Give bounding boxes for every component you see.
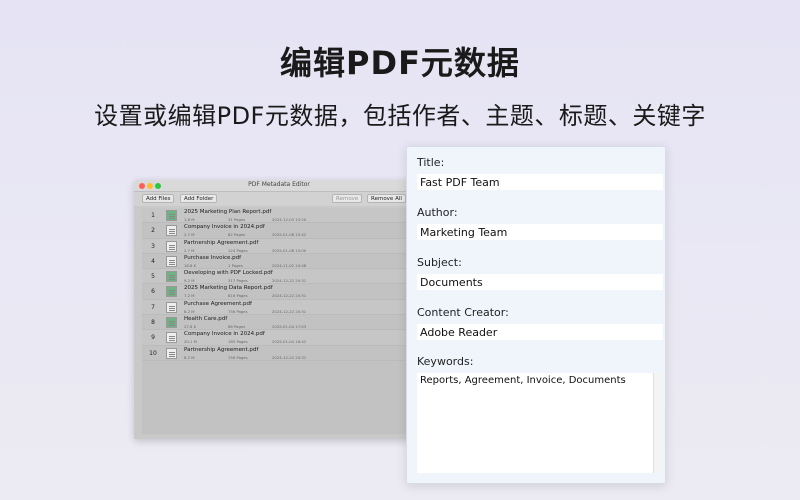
row-index: 10 <box>149 349 157 357</box>
file-row[interactable]: 5 Developing with PDF Locked.pdf 9.2 M 317 … <box>142 269 416 285</box>
file-size: 8.2 M <box>184 354 195 360</box>
file-name: Developing with PDF Locked.pdf <box>184 270 273 277</box>
file-size: 7.2 M <box>184 293 195 299</box>
page-count: 124 Pages <box>228 247 248 253</box>
pdf-thumbnail-icon <box>166 301 177 313</box>
file-row[interactable]: 9 Company Invoice in 2024.pdf 20.1 M 185 Pa… <box>142 330 416 346</box>
toolbar: Add Files Add Folder Remove Remove All <box>134 192 424 206</box>
file-size: 8.2 M <box>184 308 195 314</box>
add-folder-button[interactable]: Add Folder <box>180 194 218 203</box>
modified-date: 2024-11-02 10:48 <box>272 262 307 268</box>
page-count: 185 Pages <box>228 339 248 345</box>
hero-title: 编辑PDF元数据 <box>280 44 520 82</box>
file-row[interactable]: 7 Purchase Agreement.pdf 8.2 M 756 Pages 202… <box>142 299 416 316</box>
page-count: 756 Pages <box>228 308 248 314</box>
pdf-thumbnail-icon <box>166 255 177 267</box>
file-name: Partnership Agreement.pdf <box>184 346 259 353</box>
file-list: 1 2025 Marketing Plan Report.pdf 1.8 M 31 P… <box>142 208 416 434</box>
row-index: 4 <box>151 257 155 265</box>
pdf-thumbnail-icon <box>166 332 177 344</box>
file-name: Health Care.pdf <box>184 316 228 323</box>
row-index: 1 <box>151 212 155 219</box>
file-name: Purchase Agreement.pdf <box>184 300 252 307</box>
add-files-button[interactable]: Add Files <box>142 194 175 203</box>
row-index: 6 <box>151 288 155 296</box>
file-name: Company Invoice in 2024.pdf <box>184 224 265 231</box>
file-row[interactable]: 6 2025 Marketing Data Report.pdf 7.2 M 816 … <box>142 284 416 300</box>
pdf-thumbnail-icon <box>166 271 177 283</box>
modified-date: 2025-01-08 15:42 <box>272 232 307 238</box>
file-size: 27.8 K <box>184 324 197 330</box>
subject-label: Subject: <box>417 256 462 269</box>
modified-date: 2025-01-04 17:03 <box>272 324 307 330</box>
content-creator-label: Content Creator: <box>417 306 509 319</box>
remove-button[interactable]: Remove <box>332 194 363 203</box>
page-count: 1 Pages <box>228 262 243 268</box>
file-size: 18.8 K <box>184 262 197 268</box>
hero-subtitle: 设置或编辑PDF元数据，包括作者、主题、标题、关键字 <box>94 102 706 130</box>
title-field[interactable]: Fast PDF Team <box>417 174 663 190</box>
pdf-thumbnail-icon <box>166 317 177 329</box>
file-name: 2025 Marketing Plan Report.pdf <box>184 209 272 215</box>
modified-date: 2024-12-22 20:31 <box>272 308 307 314</box>
window-titlebar: PDF Metadata Editor <box>134 180 424 192</box>
row-index: 7 <box>151 303 155 311</box>
modified-date: 2024-12-22 20:31 <box>272 354 307 360</box>
row-index: 9 <box>151 334 155 342</box>
page-count: 317 Pages <box>228 278 248 284</box>
file-size: 9.2 M <box>184 278 195 284</box>
file-name: Purchase Invoice.pdf <box>184 254 242 261</box>
file-name: Company Invoice in 2024.pdf <box>184 331 265 338</box>
pdf-thumbnail-icon <box>166 347 177 359</box>
modified-date: 2024-12-22 20:31 <box>272 293 307 299</box>
page-count: 756 Pages <box>228 354 248 360</box>
row-index: 5 <box>151 273 155 281</box>
subject-field[interactable]: Documents <box>417 274 663 290</box>
author-field[interactable]: Marketing Team <box>417 224 663 240</box>
modified-date: 2024-12-03 15:20 <box>272 217 307 222</box>
content-creator-field[interactable]: Adobe Reader <box>417 324 663 340</box>
title-label: Title: <box>417 156 445 169</box>
keywords-scrollbar[interactable] <box>653 373 663 473</box>
page-count: 86 Pages <box>228 324 246 330</box>
app-window: PDF Metadata Editor Add Files Add Folder… <box>134 180 424 439</box>
file-size: 1.8 M <box>184 217 195 222</box>
file-row[interactable]: 10 Partnership Agreement.pdf 8.2 M 756 Page… <box>142 346 416 361</box>
pdf-thumbnail-icon <box>166 286 177 298</box>
file-row[interactable]: 8 Health Care.pdf 27.8 K 86 Pages 2025-01-04… <box>142 315 416 331</box>
file-size: 2.7 M <box>184 232 195 238</box>
row-index: 8 <box>151 319 155 327</box>
page-count: 82 Pages <box>228 232 246 238</box>
modified-date: 2025-01-04 16:42 <box>272 339 307 345</box>
modified-date: 2025-01-08 15:00 <box>272 247 307 253</box>
file-row[interactable]: 3 Partnership Agreement.pdf 2.7 M 124 Pages… <box>142 238 416 254</box>
keywords-textarea[interactable]: Reports, Agreement, Invoice, Documents <box>417 373 653 473</box>
file-row[interactable]: 4 Purchase Invoice.pdf 18.8 K 1 Pages 2024-1… <box>142 254 416 270</box>
file-size: 2.7 M <box>184 247 195 253</box>
file-row[interactable]: 2 Company Invoice in 2024.pdf 2.7 M 82 Page… <box>142 223 416 239</box>
row-index: 2 <box>151 227 155 235</box>
metadata-panel: Title: Fast PDF Team Author: Marketing T… <box>406 146 666 484</box>
pdf-thumbnail-icon <box>166 225 177 237</box>
pdf-thumbnail-icon <box>166 210 177 221</box>
row-index: 3 <box>151 242 155 250</box>
page-count: 31 Pages <box>228 217 246 222</box>
author-label: Author: <box>417 206 458 219</box>
keywords-label: Keywords: <box>417 355 474 368</box>
file-name: Partnership Agreement.pdf <box>184 239 259 246</box>
file-name: 2025 Marketing Data Report.pdf <box>184 285 273 292</box>
file-row[interactable]: 1 2025 Marketing Plan Report.pdf 1.8 M 31 P… <box>142 208 416 224</box>
file-size: 20.1 M <box>184 339 197 345</box>
page-count: 816 Pages <box>228 293 248 299</box>
remove-all-button[interactable]: Remove All <box>367 194 406 203</box>
pdf-thumbnail-icon <box>166 240 177 252</box>
window-title: PDF Metadata Editor <box>248 181 310 188</box>
modified-date: 2024-12-22 20:31 <box>272 278 307 284</box>
